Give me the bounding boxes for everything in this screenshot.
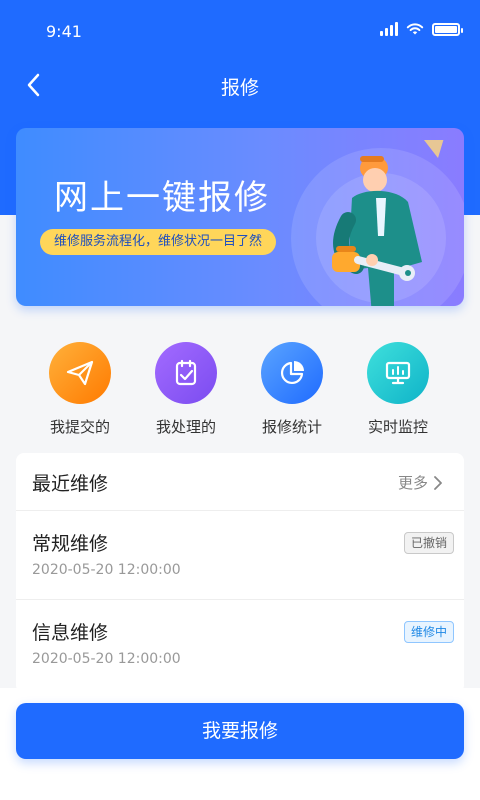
quick-action-label: 实时监控 <box>367 418 428 436</box>
recent-repairs-header: 最近维修 更多 <box>16 453 464 511</box>
status-bar: 9:41 <box>0 0 480 64</box>
pie-chart-icon <box>261 342 323 404</box>
quick-action-statistics[interactable]: 报修统计 <box>244 342 340 437</box>
item-name: 常规维修 <box>32 533 109 555</box>
banner-subtitle: 维修服务流程化，维修状况一目了然 <box>40 229 277 255</box>
repair-worker-illustration <box>332 140 444 306</box>
clipboard-check-icon <box>155 342 217 404</box>
signal-icon <box>380 22 398 36</box>
status-icons <box>380 22 463 36</box>
list-item[interactable]: 信息维修 2020-05-20 12:00:00 维修中 <box>16 600 464 689</box>
status-badge: 维修中 <box>403 621 454 643</box>
quick-action-my-submitted[interactable]: 我提交的 <box>32 342 128 437</box>
item-name: 信息维修 <box>32 622 109 644</box>
quick-actions: 我提交的 我处理的 报修统计 实时监控 <box>0 322 480 448</box>
quick-action-my-handled[interactable]: 我处理的 <box>138 342 234 437</box>
submit-repair-button[interactable]: 我要报修 <box>16 703 464 759</box>
quick-action-monitoring[interactable]: 实时监控 <box>350 342 446 437</box>
banner-title: 网上一键报修 <box>54 178 270 218</box>
quick-action-label: 我处理的 <box>155 418 216 436</box>
monitor-icon <box>367 342 429 404</box>
nav-bar: 报修 <box>0 64 480 108</box>
paper-plane-icon <box>49 342 111 404</box>
recent-repairs-title: 最近维修 <box>32 473 109 495</box>
recent-repairs-card: 最近维修 更多 常规维修 2020-05-20 12:00:00 已撤销 信息维… <box>16 453 464 693</box>
wifi-icon <box>406 23 424 35</box>
battery-icon <box>432 22 463 36</box>
list-item[interactable]: 常规维修 2020-05-20 12:00:00 已撤销 <box>16 511 464 600</box>
item-time: 2020-05-20 12:00:00 <box>32 651 181 667</box>
quick-action-label: 我提交的 <box>49 418 110 436</box>
item-time: 2020-05-20 12:00:00 <box>32 562 181 578</box>
quick-action-label: 报修统计 <box>261 418 322 436</box>
more-link[interactable]: 更多 <box>398 472 442 493</box>
promo-banner[interactable]: 网上一键报修 维修服务流程化，维修状况一目了然 <box>16 128 464 306</box>
status-time: 9:41 <box>46 22 82 41</box>
chevron-right-icon <box>434 475 442 490</box>
status-badge: 已撤销 <box>403 532 454 554</box>
more-label: 更多 <box>397 474 428 492</box>
page-title: 报修 <box>220 77 259 99</box>
